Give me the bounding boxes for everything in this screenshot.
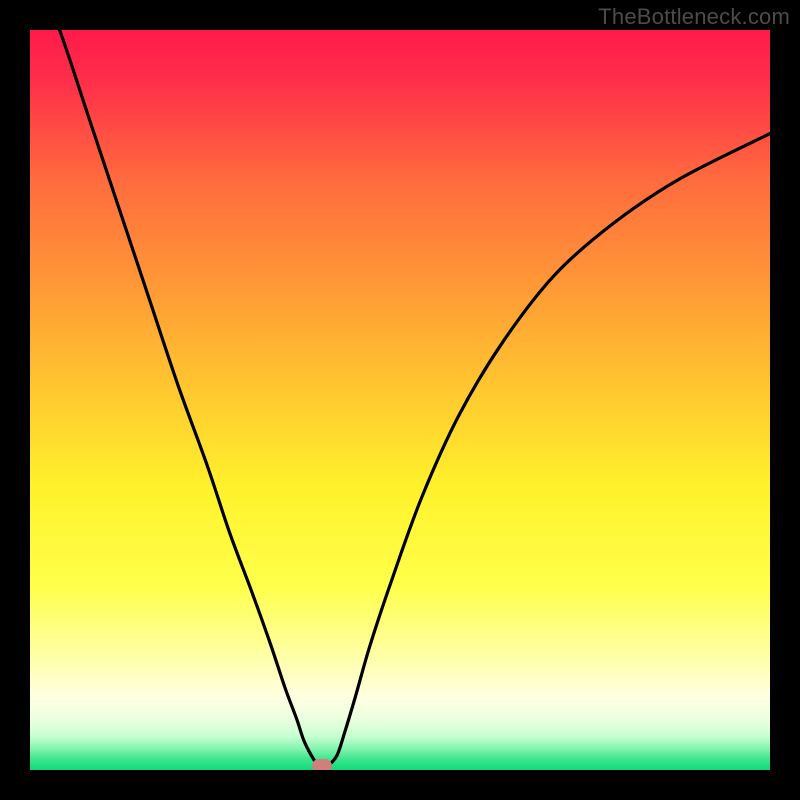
curve-layer bbox=[30, 30, 770, 770]
plot-area bbox=[30, 30, 770, 770]
bottleneck-curve bbox=[30, 30, 770, 767]
chart-frame: TheBottleneck.com bbox=[0, 0, 800, 800]
watermark-text: TheBottleneck.com bbox=[598, 4, 790, 30]
optimal-point-marker bbox=[312, 759, 332, 770]
